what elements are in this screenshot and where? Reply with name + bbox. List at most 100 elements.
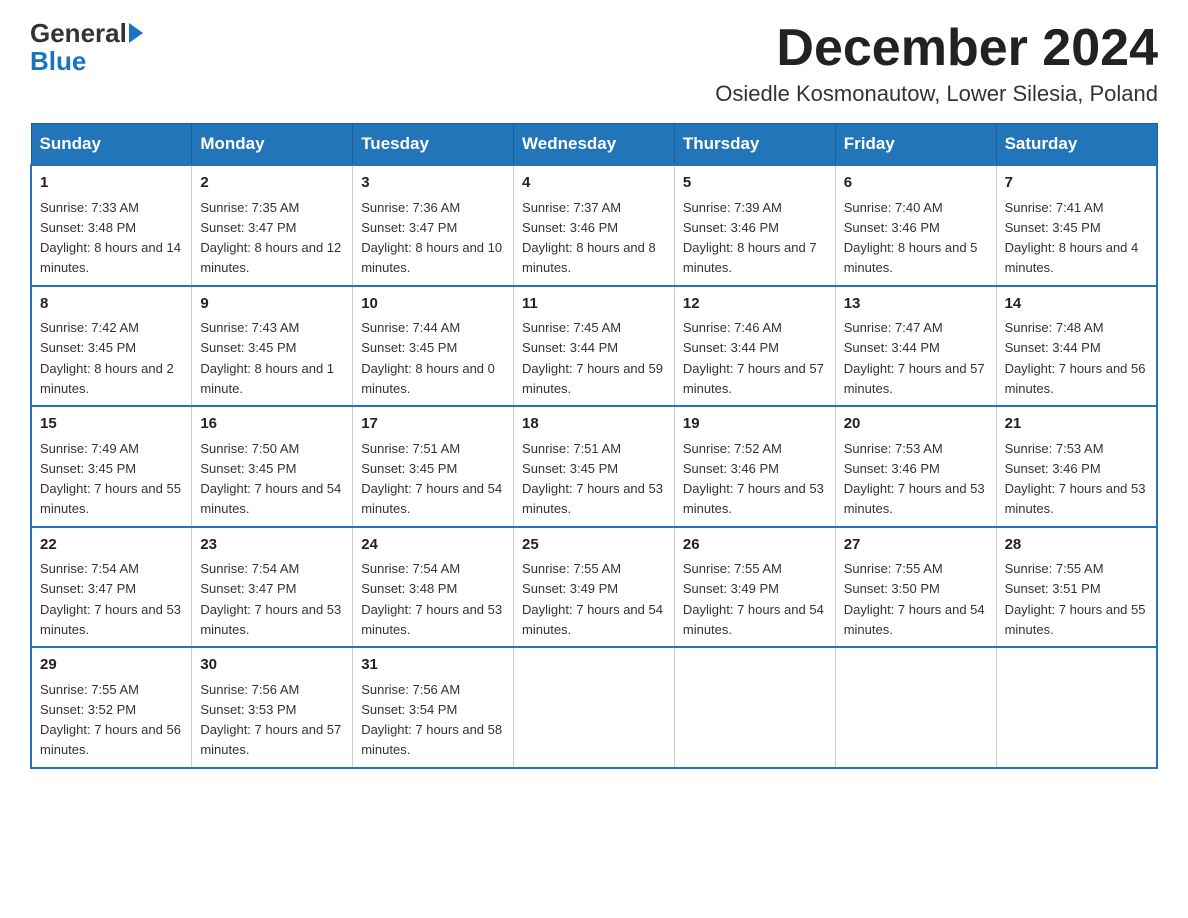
calendar-day-cell bbox=[514, 647, 675, 768]
day-info: Sunrise: 7:40 AMSunset: 3:46 PMDaylight:… bbox=[844, 200, 978, 276]
calendar-day-cell: 1 Sunrise: 7:33 AMSunset: 3:48 PMDayligh… bbox=[31, 165, 192, 286]
day-info: Sunrise: 7:55 AMSunset: 3:49 PMDaylight:… bbox=[522, 561, 663, 637]
calendar-week-row: 22 Sunrise: 7:54 AMSunset: 3:47 PMDaylig… bbox=[31, 527, 1157, 648]
calendar-table: SundayMondayTuesdayWednesdayThursdayFrid… bbox=[30, 123, 1158, 769]
calendar-day-cell: 3 Sunrise: 7:36 AMSunset: 3:47 PMDayligh… bbox=[353, 165, 514, 286]
calendar-day-cell: 9 Sunrise: 7:43 AMSunset: 3:45 PMDayligh… bbox=[192, 286, 353, 407]
day-info: Sunrise: 7:55 AMSunset: 3:50 PMDaylight:… bbox=[844, 561, 985, 637]
calendar-day-cell: 18 Sunrise: 7:51 AMSunset: 3:45 PMDaylig… bbox=[514, 406, 675, 527]
calendar-day-cell: 4 Sunrise: 7:37 AMSunset: 3:46 PMDayligh… bbox=[514, 165, 675, 286]
logo-general-text: General bbox=[30, 20, 127, 46]
title-block: December 2024 Osiedle Kosmonautow, Lower… bbox=[715, 20, 1158, 107]
day-info: Sunrise: 7:33 AMSunset: 3:48 PMDaylight:… bbox=[40, 200, 181, 276]
day-info: Sunrise: 7:51 AMSunset: 3:45 PMDaylight:… bbox=[522, 441, 663, 517]
day-number: 17 bbox=[361, 413, 505, 436]
calendar-day-cell: 13 Sunrise: 7:47 AMSunset: 3:44 PMDaylig… bbox=[835, 286, 996, 407]
day-number: 9 bbox=[200, 293, 344, 316]
calendar-day-cell: 23 Sunrise: 7:54 AMSunset: 3:47 PMDaylig… bbox=[192, 527, 353, 648]
day-number: 27 bbox=[844, 534, 988, 557]
calendar-day-cell: 26 Sunrise: 7:55 AMSunset: 3:49 PMDaylig… bbox=[674, 527, 835, 648]
day-info: Sunrise: 7:52 AMSunset: 3:46 PMDaylight:… bbox=[683, 441, 824, 517]
logo-arrow-icon bbox=[129, 23, 143, 43]
calendar-day-cell bbox=[996, 647, 1157, 768]
day-info: Sunrise: 7:54 AMSunset: 3:48 PMDaylight:… bbox=[361, 561, 502, 637]
day-info: Sunrise: 7:49 AMSunset: 3:45 PMDaylight:… bbox=[40, 441, 181, 517]
day-of-week-header: Sunday bbox=[31, 124, 192, 166]
day-info: Sunrise: 7:41 AMSunset: 3:45 PMDaylight:… bbox=[1005, 200, 1139, 276]
day-number: 19 bbox=[683, 413, 827, 436]
day-info: Sunrise: 7:45 AMSunset: 3:44 PMDaylight:… bbox=[522, 320, 663, 396]
calendar-day-cell: 30 Sunrise: 7:56 AMSunset: 3:53 PMDaylig… bbox=[192, 647, 353, 768]
day-number: 16 bbox=[200, 413, 344, 436]
day-number: 22 bbox=[40, 534, 183, 557]
day-number: 5 bbox=[683, 172, 827, 195]
calendar-week-row: 29 Sunrise: 7:55 AMSunset: 3:52 PMDaylig… bbox=[31, 647, 1157, 768]
day-number: 3 bbox=[361, 172, 505, 195]
day-of-week-header: Wednesday bbox=[514, 124, 675, 166]
day-info: Sunrise: 7:55 AMSunset: 3:52 PMDaylight:… bbox=[40, 682, 181, 758]
day-info: Sunrise: 7:44 AMSunset: 3:45 PMDaylight:… bbox=[361, 320, 495, 396]
day-info: Sunrise: 7:53 AMSunset: 3:46 PMDaylight:… bbox=[844, 441, 985, 517]
day-number: 24 bbox=[361, 534, 505, 557]
calendar-week-row: 1 Sunrise: 7:33 AMSunset: 3:48 PMDayligh… bbox=[31, 165, 1157, 286]
location-title: Osiedle Kosmonautow, Lower Silesia, Pola… bbox=[715, 81, 1158, 107]
calendar-day-cell: 27 Sunrise: 7:55 AMSunset: 3:50 PMDaylig… bbox=[835, 527, 996, 648]
calendar-day-cell: 7 Sunrise: 7:41 AMSunset: 3:45 PMDayligh… bbox=[996, 165, 1157, 286]
day-of-week-header: Thursday bbox=[674, 124, 835, 166]
calendar-day-cell: 21 Sunrise: 7:53 AMSunset: 3:46 PMDaylig… bbox=[996, 406, 1157, 527]
day-number: 25 bbox=[522, 534, 666, 557]
calendar-day-cell: 22 Sunrise: 7:54 AMSunset: 3:47 PMDaylig… bbox=[31, 527, 192, 648]
calendar-week-row: 15 Sunrise: 7:49 AMSunset: 3:45 PMDaylig… bbox=[31, 406, 1157, 527]
calendar-day-cell: 10 Sunrise: 7:44 AMSunset: 3:45 PMDaylig… bbox=[353, 286, 514, 407]
day-number: 1 bbox=[40, 172, 183, 195]
day-of-week-header: Saturday bbox=[996, 124, 1157, 166]
calendar-day-cell: 5 Sunrise: 7:39 AMSunset: 3:46 PMDayligh… bbox=[674, 165, 835, 286]
day-number: 30 bbox=[200, 654, 344, 677]
calendar-day-cell: 29 Sunrise: 7:55 AMSunset: 3:52 PMDaylig… bbox=[31, 647, 192, 768]
day-number: 31 bbox=[361, 654, 505, 677]
calendar-day-cell: 24 Sunrise: 7:54 AMSunset: 3:48 PMDaylig… bbox=[353, 527, 514, 648]
day-info: Sunrise: 7:54 AMSunset: 3:47 PMDaylight:… bbox=[40, 561, 181, 637]
calendar-day-cell: 28 Sunrise: 7:55 AMSunset: 3:51 PMDaylig… bbox=[996, 527, 1157, 648]
day-info: Sunrise: 7:43 AMSunset: 3:45 PMDaylight:… bbox=[200, 320, 334, 396]
calendar-day-cell: 14 Sunrise: 7:48 AMSunset: 3:44 PMDaylig… bbox=[996, 286, 1157, 407]
month-title: December 2024 bbox=[715, 20, 1158, 77]
day-info: Sunrise: 7:36 AMSunset: 3:47 PMDaylight:… bbox=[361, 200, 502, 276]
day-info: Sunrise: 7:56 AMSunset: 3:54 PMDaylight:… bbox=[361, 682, 502, 758]
day-of-week-header: Monday bbox=[192, 124, 353, 166]
day-number: 10 bbox=[361, 293, 505, 316]
day-number: 15 bbox=[40, 413, 183, 436]
day-info: Sunrise: 7:48 AMSunset: 3:44 PMDaylight:… bbox=[1005, 320, 1146, 396]
page-header: General Blue December 2024 Osiedle Kosmo… bbox=[30, 20, 1158, 107]
day-info: Sunrise: 7:56 AMSunset: 3:53 PMDaylight:… bbox=[200, 682, 341, 758]
calendar-day-cell: 2 Sunrise: 7:35 AMSunset: 3:47 PMDayligh… bbox=[192, 165, 353, 286]
day-number: 21 bbox=[1005, 413, 1148, 436]
day-number: 7 bbox=[1005, 172, 1148, 195]
day-info: Sunrise: 7:37 AMSunset: 3:46 PMDaylight:… bbox=[522, 200, 656, 276]
day-number: 13 bbox=[844, 293, 988, 316]
calendar-week-row: 8 Sunrise: 7:42 AMSunset: 3:45 PMDayligh… bbox=[31, 286, 1157, 407]
day-number: 23 bbox=[200, 534, 344, 557]
day-number: 18 bbox=[522, 413, 666, 436]
calendar-day-cell: 31 Sunrise: 7:56 AMSunset: 3:54 PMDaylig… bbox=[353, 647, 514, 768]
day-number: 11 bbox=[522, 293, 666, 316]
calendar-day-cell: 20 Sunrise: 7:53 AMSunset: 3:46 PMDaylig… bbox=[835, 406, 996, 527]
day-info: Sunrise: 7:35 AMSunset: 3:47 PMDaylight:… bbox=[200, 200, 341, 276]
calendar-header-row: SundayMondayTuesdayWednesdayThursdayFrid… bbox=[31, 124, 1157, 166]
day-number: 8 bbox=[40, 293, 183, 316]
day-info: Sunrise: 7:39 AMSunset: 3:46 PMDaylight:… bbox=[683, 200, 817, 276]
calendar-day-cell bbox=[674, 647, 835, 768]
calendar-day-cell bbox=[835, 647, 996, 768]
day-number: 6 bbox=[844, 172, 988, 195]
day-info: Sunrise: 7:42 AMSunset: 3:45 PMDaylight:… bbox=[40, 320, 174, 396]
logo: General Blue bbox=[30, 20, 143, 77]
day-of-week-header: Friday bbox=[835, 124, 996, 166]
calendar-day-cell: 6 Sunrise: 7:40 AMSunset: 3:46 PMDayligh… bbox=[835, 165, 996, 286]
day-info: Sunrise: 7:51 AMSunset: 3:45 PMDaylight:… bbox=[361, 441, 502, 517]
day-number: 28 bbox=[1005, 534, 1148, 557]
day-number: 20 bbox=[844, 413, 988, 436]
calendar-day-cell: 17 Sunrise: 7:51 AMSunset: 3:45 PMDaylig… bbox=[353, 406, 514, 527]
day-info: Sunrise: 7:55 AMSunset: 3:49 PMDaylight:… bbox=[683, 561, 824, 637]
day-of-week-header: Tuesday bbox=[353, 124, 514, 166]
day-info: Sunrise: 7:53 AMSunset: 3:46 PMDaylight:… bbox=[1005, 441, 1146, 517]
